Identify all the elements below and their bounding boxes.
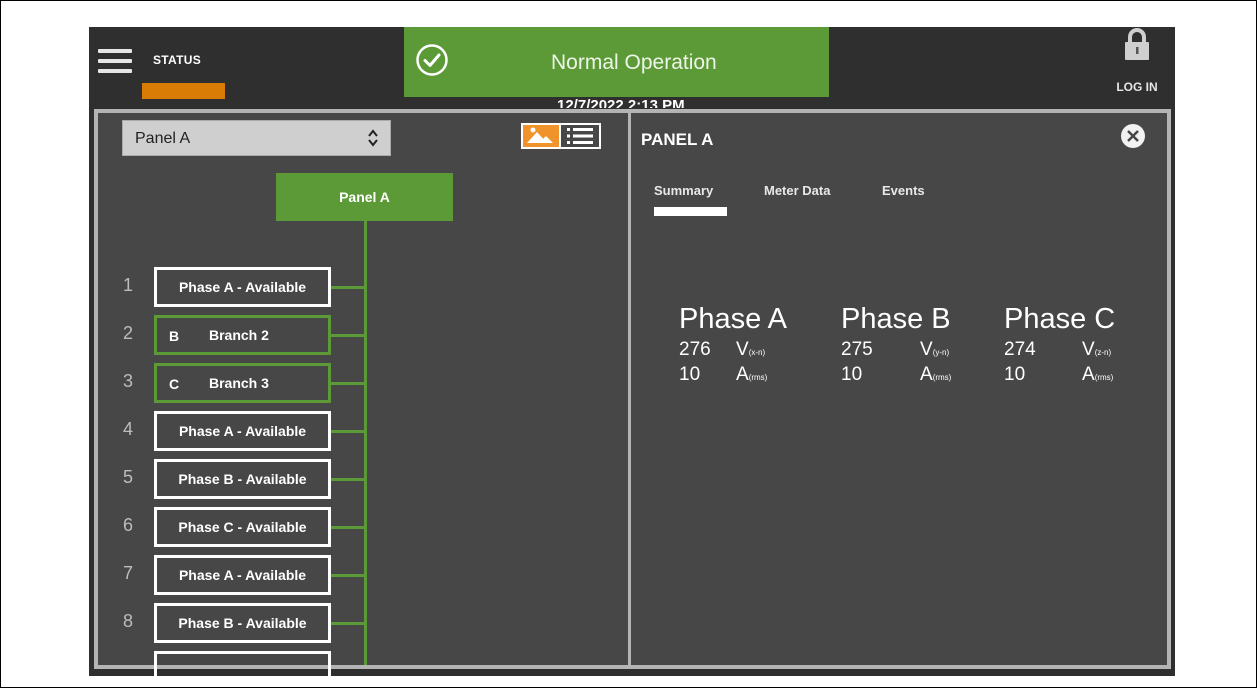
branch-slot-button[interactable]: Phase B - Available — [154, 603, 331, 643]
voltage-unit: V(y-n) — [920, 339, 950, 360]
list-view-toggle[interactable] — [561, 123, 601, 149]
branch-number: 8 — [123, 611, 134, 631]
select-arrows-icon — [368, 129, 378, 147]
phase-name: Phase A — [679, 303, 788, 335]
branch-slot-button[interactable]: Phase C - Available — [154, 507, 331, 547]
phase-voltage: 276 — [679, 339, 711, 360]
active-tab-indicator — [654, 207, 727, 216]
branch-slot-button[interactable]: Phase A - Available — [154, 411, 331, 451]
login-button[interactable]: LOG IN — [1107, 27, 1167, 97]
voltage-unit: V(x-n) — [736, 339, 766, 360]
branch-slot-button[interactable]: Phase A - Available — [154, 555, 331, 595]
tree-view-icon — [527, 127, 553, 143]
branch-button[interactable]: C Branch 3 — [154, 363, 331, 403]
branch-row: 7 Phase A - Available — [98, 555, 378, 595]
branch-connector — [331, 334, 366, 337]
branch-number: 1 — [123, 275, 134, 295]
status-indicator-bar — [142, 83, 225, 99]
phase-current: 10 — [841, 364, 863, 385]
app-screen: STATUS Normal Operation 12/7/2022 2:13 P… — [89, 27, 1175, 676]
phase-name: Phase B — [841, 303, 951, 335]
branch-number: 3 — [123, 371, 134, 391]
tab-meter-data[interactable]: Meter Data — [764, 183, 830, 198]
branch-row: 4 Phase A - Available — [98, 411, 378, 451]
phase-current: 10 — [1004, 364, 1026, 385]
branch-label: Branch 2 — [209, 327, 269, 343]
branch-phase: B — [169, 328, 180, 344]
branch-connector — [331, 478, 366, 481]
branch-connector — [331, 526, 366, 529]
datetime-display: 12/7/2022 2:13 PM — [557, 97, 685, 108]
branch-row: 3 C Branch 3 — [98, 363, 378, 403]
branch-phase: C — [169, 376, 180, 392]
branch-number: 4 — [123, 419, 134, 439]
status-text: Normal Operation — [551, 51, 717, 74]
pane-divider — [628, 113, 631, 665]
main-content: Panel A Panel A 1 Phase A - Available 2 … — [94, 109, 1171, 676]
branch-button[interactable]: B Branch 2 — [154, 315, 331, 355]
branch-row: 6 Phase C - Available — [98, 507, 378, 547]
detail-title: PANEL A — [641, 130, 714, 149]
tab-events[interactable]: Events — [882, 183, 925, 198]
close-icon[interactable] — [1118, 121, 1148, 151]
branch-connector — [331, 622, 366, 625]
branch-connector — [331, 430, 366, 433]
branch-number: 5 — [123, 467, 134, 487]
branch-row: 5 Phase B - Available — [98, 459, 378, 499]
branch-slot-button[interactable]: Phase B - Available — [154, 459, 331, 499]
branch-connector — [331, 574, 366, 577]
status-banner: Normal Operation — [404, 27, 829, 97]
list-view-icon — [567, 128, 593, 144]
current-unit: A(rms) — [736, 364, 768, 385]
phase-voltage: 275 — [841, 339, 873, 360]
branch-row — [98, 651, 378, 676]
branch-connector — [331, 286, 366, 289]
tab-summary[interactable]: Summary — [654, 183, 713, 198]
branch-row: 1 Phase A - Available — [98, 267, 378, 307]
panel-root-node[interactable]: Panel A — [276, 173, 453, 221]
branch-connector — [331, 382, 366, 385]
phase-name: Phase C — [1004, 303, 1116, 335]
branch-slot-button[interactable] — [154, 651, 331, 676]
panel-select-value: Panel A — [135, 130, 191, 147]
tree-view-toggle[interactable] — [521, 123, 561, 149]
current-unit: A(rms) — [920, 364, 952, 385]
lock-icon — [1125, 28, 1149, 60]
status-label[interactable]: STATUS — [153, 53, 201, 67]
branch-number: 2 — [123, 323, 134, 343]
phase-current: 10 — [679, 364, 701, 385]
check-circle-icon — [416, 44, 448, 76]
panel-select[interactable]: Panel A — [122, 120, 391, 156]
branch-number: 7 — [123, 563, 134, 583]
hamburger-menu-icon[interactable] — [98, 49, 132, 73]
branch-row: 8 Phase B - Available — [98, 603, 378, 643]
login-label: LOG IN — [1116, 80, 1158, 94]
voltage-unit: V(z-n) — [1082, 339, 1112, 360]
branch-row: 2 B Branch 2 — [98, 315, 378, 355]
branch-slot-button[interactable]: Phase A - Available — [154, 267, 331, 307]
phase-voltage: 274 — [1004, 339, 1036, 360]
current-unit: A(rms) — [1082, 364, 1114, 385]
branch-number: 6 — [123, 515, 134, 535]
branch-label: Branch 3 — [209, 375, 269, 391]
